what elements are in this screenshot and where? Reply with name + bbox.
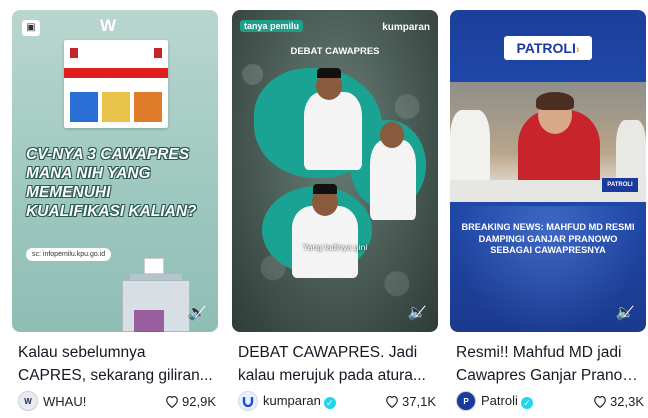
caption-line: Kalau sebelumnya: [18, 344, 146, 361]
video-card[interactable]: ▣ W CV-NYA 3 CAWAPRES MANA NIH YANG MEME…: [12, 0, 218, 418]
avatar[interactable]: W: [18, 391, 38, 411]
like-count-label: 32,3K: [610, 393, 644, 409]
video-caption[interactable]: Kalau sebelumnya CAPRES, sekarang gilira…: [18, 341, 216, 387]
kumparan-avatar-icon: [242, 397, 254, 407]
tanya-pemilu-badge: tanya pemilu: [240, 20, 304, 32]
like-count: 37,1K: [385, 394, 436, 409]
channel-logo: W: [100, 16, 116, 35]
like-count: 92,9K: [165, 394, 216, 409]
caption-line: Resmi!! Mahfud MD jadi: [456, 344, 622, 361]
video-caption[interactable]: Resmi!! Mahfud MD jadi Cawapres Ganjar P…: [456, 341, 644, 387]
video-thumbnail[interactable]: ▣ W CV-NYA 3 CAWAPRES MANA NIH YANG MEME…: [12, 10, 218, 332]
heart-outline-icon: [166, 395, 178, 408]
like-count-label: 37,1K: [402, 393, 436, 409]
video-thumbnail[interactable]: tanya pemilu kumparan DEBAT CAWAPRES Yan…: [232, 10, 438, 332]
candidate-photo: [70, 92, 98, 122]
image-icon: ▣: [22, 20, 40, 36]
thumbnail-headline: CV-NYA 3 CAWAPRES MANA NIH YANG MEMENUHI…: [26, 146, 197, 220]
patroli-logo: PATROLI›: [504, 36, 592, 60]
like-count-label: 92,9K: [182, 393, 216, 409]
volume-mute-icon[interactable]: 🔈̸: [614, 302, 636, 322]
arrow-icon: ›: [575, 44, 580, 56]
caption-line: DEBAT CAWAPRES. Jadi: [238, 344, 418, 361]
video-meta: kumparan ✓ 37,1K: [238, 390, 436, 412]
person-hair: [536, 92, 574, 110]
volume-mute-icon[interactable]: 🔈̸: [406, 302, 428, 322]
avatar[interactable]: P: [456, 391, 476, 411]
person-cap: [313, 184, 337, 194]
verified-check-icon: ✓: [520, 397, 533, 409]
candidate-photo: [102, 92, 130, 122]
avatar[interactable]: [238, 391, 258, 411]
author-name[interactable]: Patroli ✓: [481, 393, 593, 409]
verified-check-icon: ✓: [323, 397, 336, 409]
caption-line: Cawapres Ganjar Pranow...: [456, 367, 644, 384]
person-cap: [317, 68, 341, 78]
person-figure: [370, 140, 416, 220]
author-name[interactable]: kumparan ✓: [263, 393, 385, 409]
video-subtitle: Yang tadinya gini: [302, 242, 368, 252]
video-meta: W WHAU! 92,9K: [18, 390, 216, 412]
heart-outline-icon: [386, 395, 398, 408]
breaking-news-text: BREAKING NEWS: MAHFUD MD RESMI DAMPINGI …: [461, 222, 635, 255]
kumparan-logo: kumparan: [382, 22, 430, 33]
caption-line: CAPRES, sekarang giliran...: [18, 367, 213, 384]
emblem-icon: [70, 48, 78, 58]
thumbnail-title: DEBAT CAWAPRES: [290, 46, 380, 57]
author-label: kumparan: [263, 393, 321, 408]
video-caption[interactable]: DEBAT CAWAPRES. Jadi kalau merujuk pada …: [238, 341, 436, 387]
video-meta: P Patroli ✓ 32,3K: [456, 390, 644, 412]
ballot-sticker: [134, 310, 164, 332]
person-head: [380, 122, 404, 148]
poster-image: [64, 40, 168, 128]
ballot-paper: [144, 258, 164, 274]
video-card[interactable]: tanya pemilu kumparan DEBAT CAWAPRES Yan…: [232, 0, 438, 418]
video-grid: ▣ W CV-NYA 3 CAWAPRES MANA NIH YANG MEME…: [0, 0, 648, 418]
flag-stripe: [64, 68, 168, 78]
candidate-photo: [134, 92, 162, 122]
author-label: WHAU!: [43, 393, 87, 409]
heart-outline-icon: [594, 395, 606, 408]
person-figure: [304, 92, 362, 170]
author-label: Patroli: [481, 393, 518, 408]
video-thumbnail[interactable]: PATROLI› PATROLI BREAKING NEWS: MAHFUD M…: [450, 10, 646, 332]
patroli-logo-text: PATROLI: [516, 40, 576, 56]
author-name[interactable]: WHAU!: [43, 394, 165, 409]
like-count: 32,3K: [593, 394, 644, 409]
volume-mute-icon[interactable]: 🔈̸: [186, 302, 208, 322]
lower-third-logo: PATROLI: [602, 178, 638, 192]
emblem-icon: [154, 48, 162, 58]
caption-line: kalau merujuk pada atura...: [238, 367, 426, 384]
video-card[interactable]: PATROLI› PATROLI BREAKING NEWS: MAHFUD M…: [450, 0, 646, 418]
source-url: sc: infopemilu.kpu.go.id: [26, 248, 112, 261]
